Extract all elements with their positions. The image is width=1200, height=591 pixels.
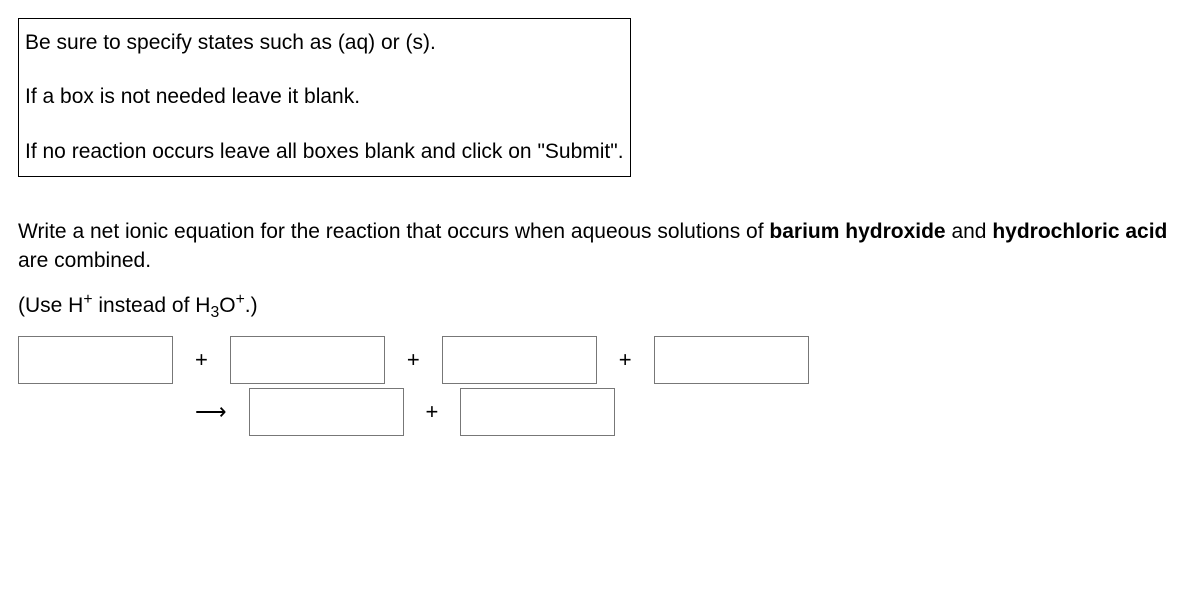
instruction-line-3: If no reaction occurs leave all boxes bl… (25, 138, 624, 166)
question-suffix: are combined. (18, 249, 151, 272)
reactant-input-3[interactable] (442, 336, 597, 384)
product-input-2[interactable] (460, 388, 615, 436)
hint-suffix: .) (245, 294, 258, 317)
product-input-1[interactable] (249, 388, 404, 436)
equation-area: + + + ⟶ + (18, 336, 858, 440)
hint-mid2: O (219, 294, 235, 317)
reactant-input-1[interactable] (18, 336, 173, 384)
question-text: Write a net ionic equation for the react… (18, 217, 1182, 276)
instruction-box: Be sure to specify states such as (aq) o… (18, 18, 631, 177)
hint-sub1: 3 (210, 304, 219, 321)
instruction-line-1: Be sure to specify states such as (aq) o… (25, 29, 624, 57)
plus-operator-2: + (385, 347, 442, 373)
chemical-2: hydrochloric acid (992, 220, 1167, 243)
hint-sup1: + (83, 291, 92, 308)
plus-operator-3: + (597, 347, 654, 373)
hint-prefix: (Use H (18, 294, 83, 317)
reactant-input-4[interactable] (654, 336, 809, 384)
instruction-line-2: If a box is not needed leave it blank. (25, 83, 624, 111)
question-mid: and (946, 220, 993, 243)
plus-operator-4: + (404, 399, 461, 425)
hint-text: (Use H+ instead of H3O+.) (18, 294, 1182, 318)
hint-mid: instead of H (93, 294, 211, 317)
page-container: Be sure to specify states such as (aq) o… (0, 0, 1200, 458)
reactant-input-2[interactable] (230, 336, 385, 384)
reactants-row: + + + (18, 336, 809, 384)
question-prefix: Write a net ionic equation for the react… (18, 220, 769, 243)
arrow-operator: ⟶ (173, 399, 249, 425)
plus-operator-1: + (173, 347, 230, 373)
chemical-1: barium hydroxide (769, 220, 945, 243)
products-row: ⟶ + (18, 388, 615, 436)
hint-sup2: + (236, 291, 245, 308)
